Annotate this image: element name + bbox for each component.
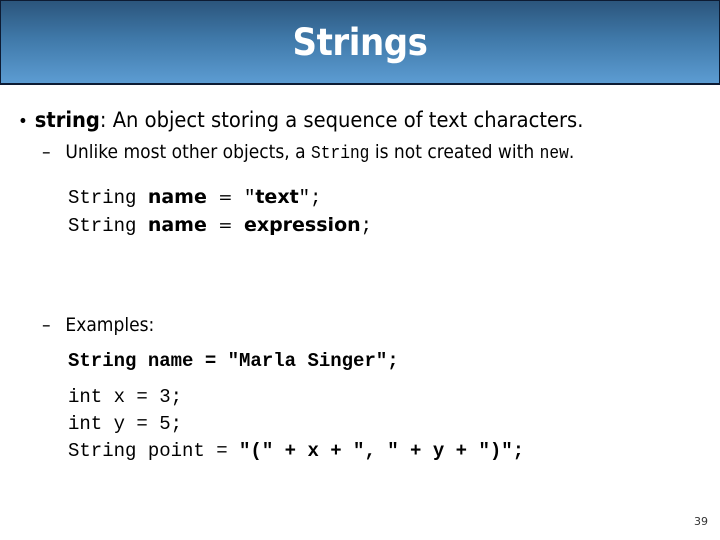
semicolon: ; <box>360 215 373 237</box>
page-number: 39 <box>694 515 708 528</box>
dash-icon: – <box>42 314 51 336</box>
definition: : An object storing a sequence of text c… <box>99 108 584 132</box>
examples-label: Examples: <box>65 314 155 336</box>
equals: = <box>218 188 233 208</box>
syntax-line-1: String name = "text"; <box>68 184 372 212</box>
example-line-1: String name = "Marla Singer"; <box>68 348 399 375</box>
slide-title: Strings <box>292 21 428 64</box>
value: expression <box>243 214 361 236</box>
code-plain: String point = <box>68 440 240 462</box>
var-name: name <box>147 214 207 236</box>
example-block: int x = 3; int y = 5; String point = "(" +… <box>68 384 524 465</box>
var-name: name <box>147 186 207 208</box>
quote: " <box>243 187 256 209</box>
sub-bullet-examples: – Examples: <box>42 314 154 336</box>
code-line: String point = "(" + x + ", " + y + ")"; <box>68 438 524 465</box>
dash-icon: – <box>42 141 51 163</box>
syntax-line-2: String name = expression; <box>68 212 372 240</box>
type: String <box>68 187 137 209</box>
text: . <box>568 141 575 163</box>
code-line: String name = "Marla Singer"; <box>68 350 399 372</box>
title-bar: Strings <box>0 0 720 85</box>
code-new: new <box>539 144 569 164</box>
code-line: int y = 5; <box>68 413 183 435</box>
text: is not created with <box>369 141 540 163</box>
term: string <box>34 108 100 132</box>
type: String <box>68 215 137 237</box>
code-bold: "(" + x + ", " + y + ")"; <box>239 440 525 462</box>
bullet-dot-icon: • <box>18 111 28 132</box>
equals: = <box>218 216 233 236</box>
syntax-block: String name = "text"; String name = expre… <box>68 184 372 240</box>
quote-end: "; <box>298 187 322 209</box>
bullet-string-definition: • string: An object storing a sequence of… <box>18 108 583 132</box>
value: text <box>255 186 299 208</box>
sub-bullet-unlike: – Unlike most other objects, a String is … <box>42 141 574 164</box>
code-string: String <box>311 144 370 164</box>
code-line: int x = 3; <box>68 386 183 408</box>
text: Unlike most other objects, a <box>65 141 312 163</box>
